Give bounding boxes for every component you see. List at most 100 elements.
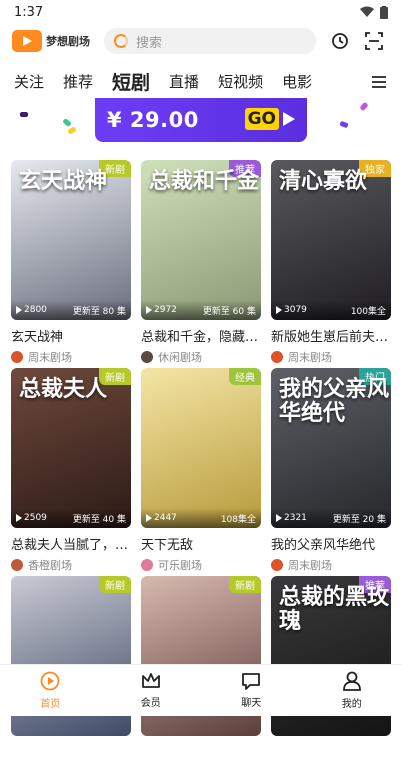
view-count-value: 2321 <box>284 513 307 523</box>
drama-title[interactable]: 天下无敌 <box>141 534 261 553</box>
drama-title[interactable]: 新版她生崽后前夫却惊呆了 <box>271 326 391 345</box>
source-name: 周末剧场 <box>28 349 72 365</box>
tab-short-video[interactable]: 短视频 <box>218 71 263 92</box>
drama-poster[interactable]: 经典 2447 108集全 <box>141 368 261 528</box>
battery-icon <box>380 6 388 19</box>
search-icon <box>114 34 128 48</box>
promo-banner[interactable]: ¥ 29.00 GO <box>0 98 402 150</box>
profile-icon <box>343 671 361 691</box>
drama-source[interactable]: 休闲剧场 <box>141 349 261 365</box>
episode-count: 更新至 60 集 <box>203 304 256 317</box>
confetti-shape <box>67 126 76 134</box>
episode-count: 更新至 80 集 <box>73 304 126 317</box>
bottom-nav: 首页 会员 聊天 我的 <box>0 664 402 716</box>
logo-icon <box>12 30 42 52</box>
nav-vip-label: 会员 <box>141 694 161 709</box>
drama-card[interactable]: 新剧 玄天战神 2800 更新至 80 集 玄天战神 周末剧场 <box>11 160 131 368</box>
drama-poster[interactable]: 新剧 总裁夫人 2509 更新至 40 集 <box>11 368 131 528</box>
poster-title: 总裁夫人 <box>19 378 107 402</box>
poster-title: 玄天战神 <box>19 170 107 194</box>
tab-movie[interactable]: 电影 <box>282 71 312 92</box>
nav-profile-label: 我的 <box>342 695 362 710</box>
view-count-value: 2447 <box>154 513 177 523</box>
logo-text: 梦想剧场 <box>46 33 90 49</box>
play-count-icon <box>276 306 282 314</box>
drama-poster[interactable]: 新剧 玄天战神 2800 更新至 80 集 <box>11 160 131 320</box>
view-count: 3079 <box>276 305 307 315</box>
history-icon[interactable] <box>330 31 350 51</box>
drama-card[interactable]: 经典 2447 108集全 天下无敌 可乐剧场 <box>141 368 261 576</box>
source-name: 香橙剧场 <box>28 557 72 573</box>
drama-source[interactable]: 周末剧场 <box>271 349 391 365</box>
source-avatar <box>11 559 23 571</box>
episode-count: 更新至 40 集 <box>73 512 126 525</box>
go-button[interactable]: GO <box>245 108 295 130</box>
view-count: 2972 <box>146 305 177 315</box>
play-count-icon <box>16 514 22 522</box>
poster-meta: 2509 更新至 40 集 <box>11 508 131 528</box>
source-avatar <box>141 351 153 363</box>
drama-card[interactable]: 新剧 总裁夫人 2509 更新至 40 集 总裁夫人当腻了，今天开始打脸 香橙剧… <box>11 368 131 576</box>
poster-meta: 2972 更新至 60 集 <box>141 300 261 320</box>
status-bar: 1:37 <box>0 0 402 24</box>
confetti-shape <box>62 118 71 127</box>
drama-badge: 新剧 <box>229 576 261 593</box>
view-count: 2447 <box>146 513 177 523</box>
source-avatar <box>271 351 283 363</box>
drama-card[interactable]: 推荐 总裁和千金 2972 更新至 60 集 总裁和千金，隐藏身份 休闲剧场 <box>141 160 261 368</box>
category-tabs: 关注 推荐 短剧 直播 短视频 电影 <box>0 66 402 96</box>
go-label: GO <box>245 108 279 130</box>
drama-source[interactable]: 周末剧场 <box>11 349 131 365</box>
source-name: 可乐剧场 <box>158 557 202 573</box>
nav-home[interactable]: 首页 <box>0 665 101 716</box>
home-play-icon <box>40 671 60 691</box>
drama-source[interactable]: 周末剧场 <box>271 557 391 573</box>
drama-poster[interactable]: 热门 我的父亲风华绝代 2321 更新至 20 集 <box>271 368 391 528</box>
play-arrow-icon <box>283 112 295 126</box>
scan-icon[interactable] <box>364 31 384 51</box>
tab-follow[interactable]: 关注 <box>14 71 44 92</box>
search-input[interactable]: 搜索 <box>104 28 316 54</box>
menu-icon[interactable] <box>372 74 386 93</box>
nav-profile[interactable]: 我的 <box>302 665 402 716</box>
source-avatar <box>11 351 23 363</box>
drama-poster[interactable]: 独家 清心寡欲 3079 100集全 <box>271 160 391 320</box>
search-placeholder: 搜索 <box>136 32 162 51</box>
tab-recommend[interactable]: 推荐 <box>63 71 93 92</box>
poster-meta: 3079 100集全 <box>271 300 391 320</box>
episode-count: 100集全 <box>351 304 386 317</box>
source-avatar <box>141 559 153 571</box>
tab-live[interactable]: 直播 <box>169 71 199 92</box>
drama-source[interactable]: 香橙剧场 <box>11 557 131 573</box>
poster-title: 清心寡欲 <box>279 170 367 194</box>
poster-title: 我的父亲风华绝代 <box>279 378 391 426</box>
play-count-icon <box>146 306 152 314</box>
drama-poster[interactable]: 推荐 总裁和千金 2972 更新至 60 集 <box>141 160 261 320</box>
view-count-value: 2509 <box>24 513 47 523</box>
status-time: 1:37 <box>14 5 43 20</box>
drama-title[interactable]: 玄天战神 <box>11 326 131 345</box>
drama-card[interactable]: 热门 我的父亲风华绝代 2321 更新至 20 集 我的父亲风华绝代 周末剧场 <box>271 368 391 576</box>
drama-title[interactable]: 我的父亲风华绝代 <box>271 534 391 553</box>
episode-count: 108集全 <box>221 512 256 525</box>
tab-short-drama[interactable]: 短剧 <box>112 68 150 95</box>
app-header: 梦想剧场 搜索 <box>0 26 402 56</box>
purchase-button[interactable]: ¥ 29.00 GO <box>95 98 307 142</box>
nav-home-label: 首页 <box>40 695 60 710</box>
app-logo[interactable]: 梦想剧场 <box>12 30 104 52</box>
view-count-value: 2800 <box>24 305 47 315</box>
view-count-value: 2972 <box>154 305 177 315</box>
play-count-icon <box>276 514 282 522</box>
drama-card[interactable]: 独家 清心寡欲 3079 100集全 新版她生崽后前夫却惊呆了 周末剧场 <box>271 160 391 368</box>
drama-source[interactable]: 可乐剧场 <box>141 557 261 573</box>
status-icons <box>360 6 388 19</box>
nav-vip[interactable]: 会员 <box>101 665 202 716</box>
nav-chat[interactable]: 聊天 <box>201 665 302 716</box>
drama-title[interactable]: 总裁和千金，隐藏身份 <box>141 326 261 345</box>
poster-meta: 2321 更新至 20 集 <box>271 508 391 528</box>
play-count-icon <box>16 306 22 314</box>
view-count: 2800 <box>16 305 47 315</box>
wifi-icon <box>360 6 374 18</box>
drama-badge: 新剧 <box>99 576 131 593</box>
drama-title[interactable]: 总裁夫人当腻了，今天开始打脸 <box>11 534 131 553</box>
